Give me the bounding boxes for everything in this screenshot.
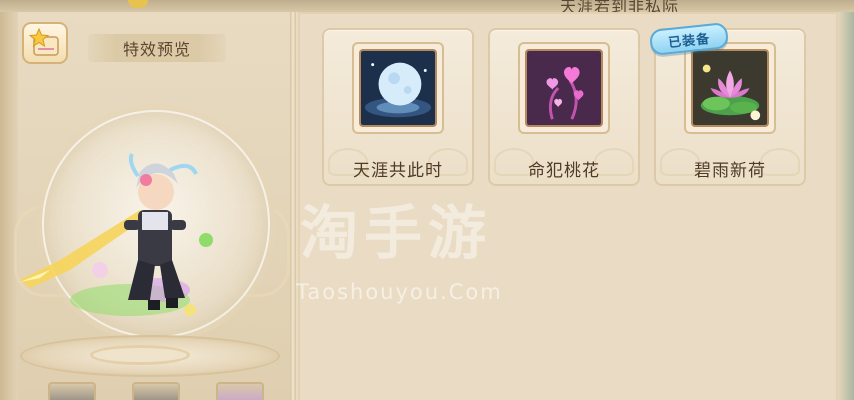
effect-icon-frame [684,42,776,134]
character-avatar[interactable] [20,150,240,330]
watermark-logo: 淘手游 [300,199,493,267]
moon-orb-icon [361,51,435,125]
effect-name: 天涯共此时 [353,161,443,181]
effect-card-2[interactable]: 命犯桃花 [488,28,640,186]
pedestal-ring [90,345,190,365]
right-edge [838,12,854,400]
lotus-icon [693,51,767,125]
preview-thumb-1[interactable] [48,382,96,400]
star-scroll-icon [28,27,59,56]
preview-title: 特效预览 [88,34,226,62]
effect-category-button[interactable] [22,22,68,64]
effect-icon-frame [352,42,444,134]
preview-thumb-2[interactable] [132,382,180,400]
pink-hearts-icon [527,51,601,125]
effect-card-1[interactable]: 天涯共此时 [322,28,474,186]
effect-name: 命犯桃花 [528,161,600,181]
effect-icon-frame [518,42,610,134]
panel-divider [290,12,296,400]
effect-name: 碧雨新荷 [694,161,766,181]
watermark-url: Taoshouyou.Com [296,280,503,304]
preview-thumb-3[interactable] [216,382,264,400]
preview-panel-edge [0,12,18,400]
